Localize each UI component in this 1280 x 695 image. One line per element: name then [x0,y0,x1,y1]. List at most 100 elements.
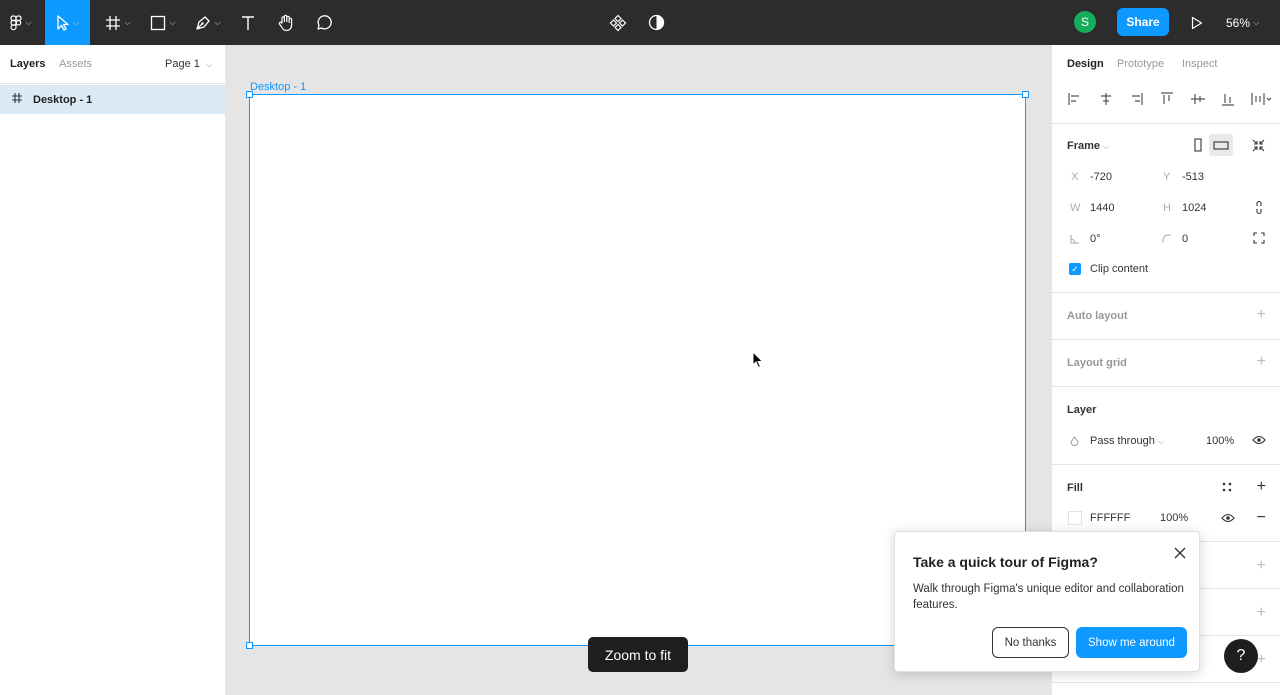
resize-handle-bottom-left[interactable] [246,642,253,649]
add-stroke-icon[interactable]: + [1257,558,1266,574]
tab-prototype[interactable]: Prototype [1117,58,1164,70]
corner-radius-input[interactable]: 0 [1182,233,1188,245]
style-grid-icon[interactable] [1222,482,1232,492]
divider [1052,386,1280,387]
add-export-icon[interactable]: + [1257,652,1266,668]
contrast-icon [648,14,664,31]
page-selector-label: Page 1 [165,58,200,70]
fill-opacity-input[interactable]: 100% [1160,512,1188,524]
clip-content-label: Clip content [1090,263,1149,275]
add-auto-layout-icon[interactable]: + [1257,307,1266,323]
text-icon [242,15,254,30]
help-icon: ? [1236,647,1246,664]
pen-tool-button[interactable]: ⌵ [190,0,226,45]
divider [1052,339,1280,340]
fill-section-title: Fill [1067,482,1083,494]
w-label: W [1070,202,1081,214]
blend-mode-dropdown[interactable]: Pass through ⌵ [1090,435,1164,447]
frame-icon [11,92,23,107]
main-menu-button[interactable]: ⌵ [4,0,38,45]
auto-layout-title: Auto layout [1067,310,1128,322]
blend-mode-label: Pass through [1090,435,1155,447]
zoom-value: 56% [1226,15,1251,30]
shape-tool-button[interactable]: ⌵ [145,0,181,45]
fill-hex-input[interactable]: FFFFFF [1090,512,1130,524]
align-top-icon[interactable] [1159,92,1175,106]
divider [1052,123,1280,124]
layer-opacity-input[interactable]: 100% [1206,435,1234,447]
align-vertical-center-icon[interactable] [1190,92,1206,106]
present-button[interactable] [1186,0,1208,45]
tab-design[interactable]: Design [1067,58,1104,70]
frame-tool-button[interactable]: ⌵ [100,0,136,45]
help-button[interactable]: ? [1224,639,1258,673]
align-right-icon[interactable] [1128,92,1144,106]
add-effect-icon[interactable]: + [1257,605,1266,621]
left-panel-tabs: Layers Assets Page 1 ⌵ [0,45,225,84]
chevron-down-icon: ⌵ [72,17,80,27]
width-input[interactable]: 1440 [1090,202,1114,214]
add-layout-grid-icon[interactable]: + [1257,354,1266,370]
pen-icon [196,15,211,30]
tab-layers[interactable]: Layers [10,58,45,70]
landscape-toggle[interactable] [1209,134,1233,156]
add-fill-icon[interactable]: + [1257,479,1266,495]
show-me-around-button[interactable]: Show me around [1076,627,1187,658]
resize-to-fit-icon[interactable] [1251,138,1266,153]
chevron-down-icon: ⌵ [169,17,176,27]
clip-content-checkbox[interactable]: ✓ [1069,263,1081,275]
chevron-down-icon: ⌵ [205,60,213,69]
tab-inspect[interactable]: Inspect [1182,58,1217,70]
text-tool-button[interactable] [236,0,260,45]
height-input[interactable]: 1024 [1182,202,1206,214]
divider [1052,682,1280,683]
rotation-input[interactable]: 0° [1090,233,1101,245]
distribute-icon[interactable] [1250,92,1272,106]
chevron-down-icon: ⌵ [1253,17,1260,27]
play-icon [1191,16,1203,29]
x-label: X [1071,171,1079,183]
resize-handle-top-left[interactable] [246,91,253,98]
no-thanks-button[interactable]: No thanks [992,627,1069,658]
y-input[interactable]: -513 [1182,171,1204,183]
close-icon[interactable] [1173,546,1187,560]
hand-tool-button[interactable] [274,0,298,45]
components-button[interactable] [607,0,629,45]
y-label: Y [1163,171,1171,183]
chevron-down-icon: ⌵ [1157,437,1164,446]
fill-color-swatch[interactable] [1068,511,1082,525]
align-bottom-icon[interactable] [1220,92,1236,106]
frame-label[interactable]: Desktop - 1 [250,81,306,93]
rectangle-icon [151,15,166,30]
x-input[interactable]: -720 [1090,171,1112,183]
left-panel: Layers Assets Page 1 ⌵ Desktop - 1 [0,45,226,695]
eye-icon[interactable] [1252,435,1266,445]
resize-handle-top-right[interactable] [1022,91,1029,98]
theme-toggle-button[interactable] [645,0,667,45]
cursor-arrow-icon [57,14,69,31]
figma-logo-icon [10,14,23,30]
comment-icon [317,14,332,30]
frame-section-title[interactable]: Frame ⌵ [1067,140,1109,152]
portrait-icon[interactable] [1193,138,1203,152]
constrain-proportions-icon[interactable] [1255,200,1263,215]
hand-icon [278,14,293,31]
align-left-icon[interactable] [1067,92,1083,106]
divider [1052,464,1280,465]
independent-corners-icon[interactable] [1253,232,1265,244]
zoom-to-fit-tooltip: Zoom to fit [588,637,688,672]
toolbar: ⌵ ⌵ ⌵ ⌵ ⌵ S Share 56% ⌵ [0,0,1280,45]
move-tool-button[interactable]: ⌵ [45,0,90,45]
remove-fill-icon[interactable]: − [1257,510,1266,526]
frame-icon [106,15,121,30]
align-horizontal-center-icon[interactable] [1098,92,1114,106]
corner-radius-icon [1162,234,1171,243]
zoom-dropdown[interactable]: 56% ⌵ [1226,0,1259,45]
tab-assets[interactable]: Assets [59,58,92,70]
avatar[interactable]: S [1074,11,1096,33]
share-button[interactable]: Share [1117,8,1169,36]
page-selector[interactable]: Page 1 ⌵ [165,58,212,70]
eye-icon[interactable] [1221,513,1235,523]
layer-row[interactable]: Desktop - 1 [0,85,225,114]
comment-tool-button[interactable] [312,0,336,45]
